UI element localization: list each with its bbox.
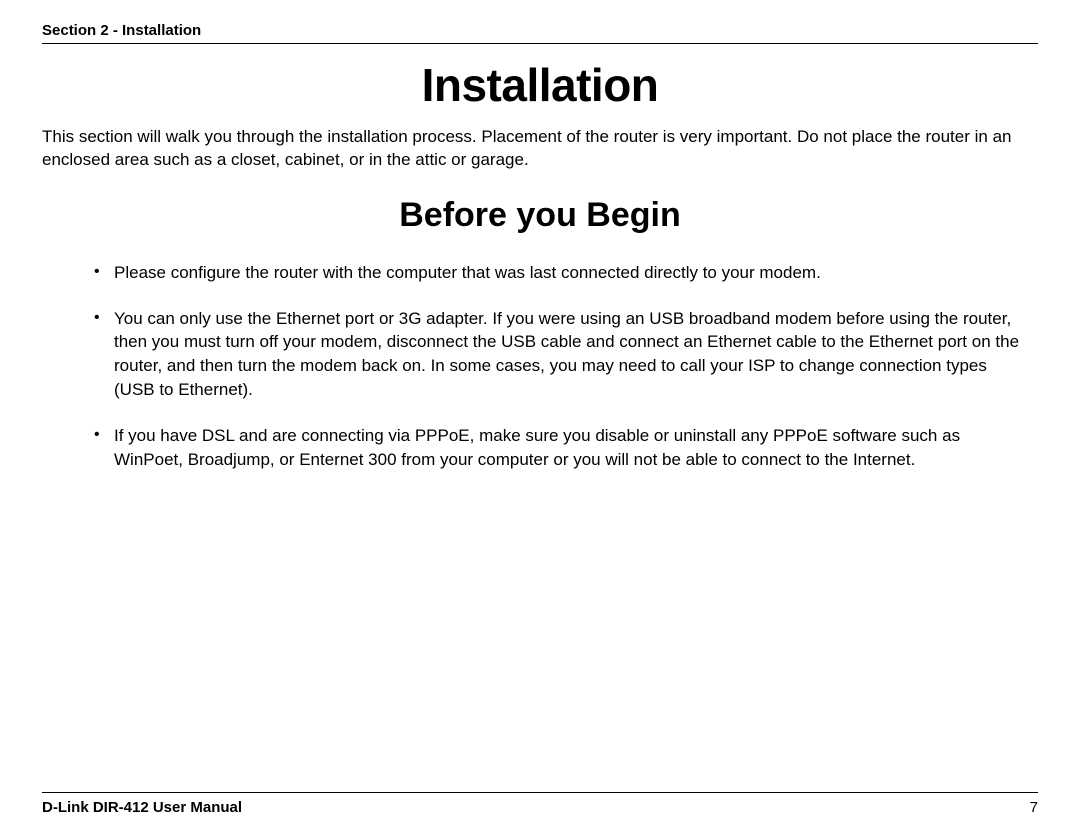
- page-footer: D-Link DIR-412 User Manual 7: [42, 792, 1038, 816]
- footer-page-number: 7: [1030, 799, 1038, 816]
- subsection-title: Before you Begin: [42, 196, 1038, 235]
- footer-manual-name: D-Link DIR-412 User Manual: [42, 799, 242, 816]
- page-title: Installation: [42, 58, 1038, 112]
- list-item: You can only use the Ethernet port or 3G…: [94, 307, 1032, 402]
- spacer: [42, 493, 1038, 792]
- section-header: Section 2 - Installation: [42, 22, 1038, 44]
- intro-paragraph: This section will walk you through the i…: [42, 126, 1038, 172]
- bullet-list: Please configure the router with the com…: [42, 261, 1038, 494]
- list-item: If you have DSL and are connecting via P…: [94, 424, 1032, 472]
- list-item: Please configure the router with the com…: [94, 261, 1032, 285]
